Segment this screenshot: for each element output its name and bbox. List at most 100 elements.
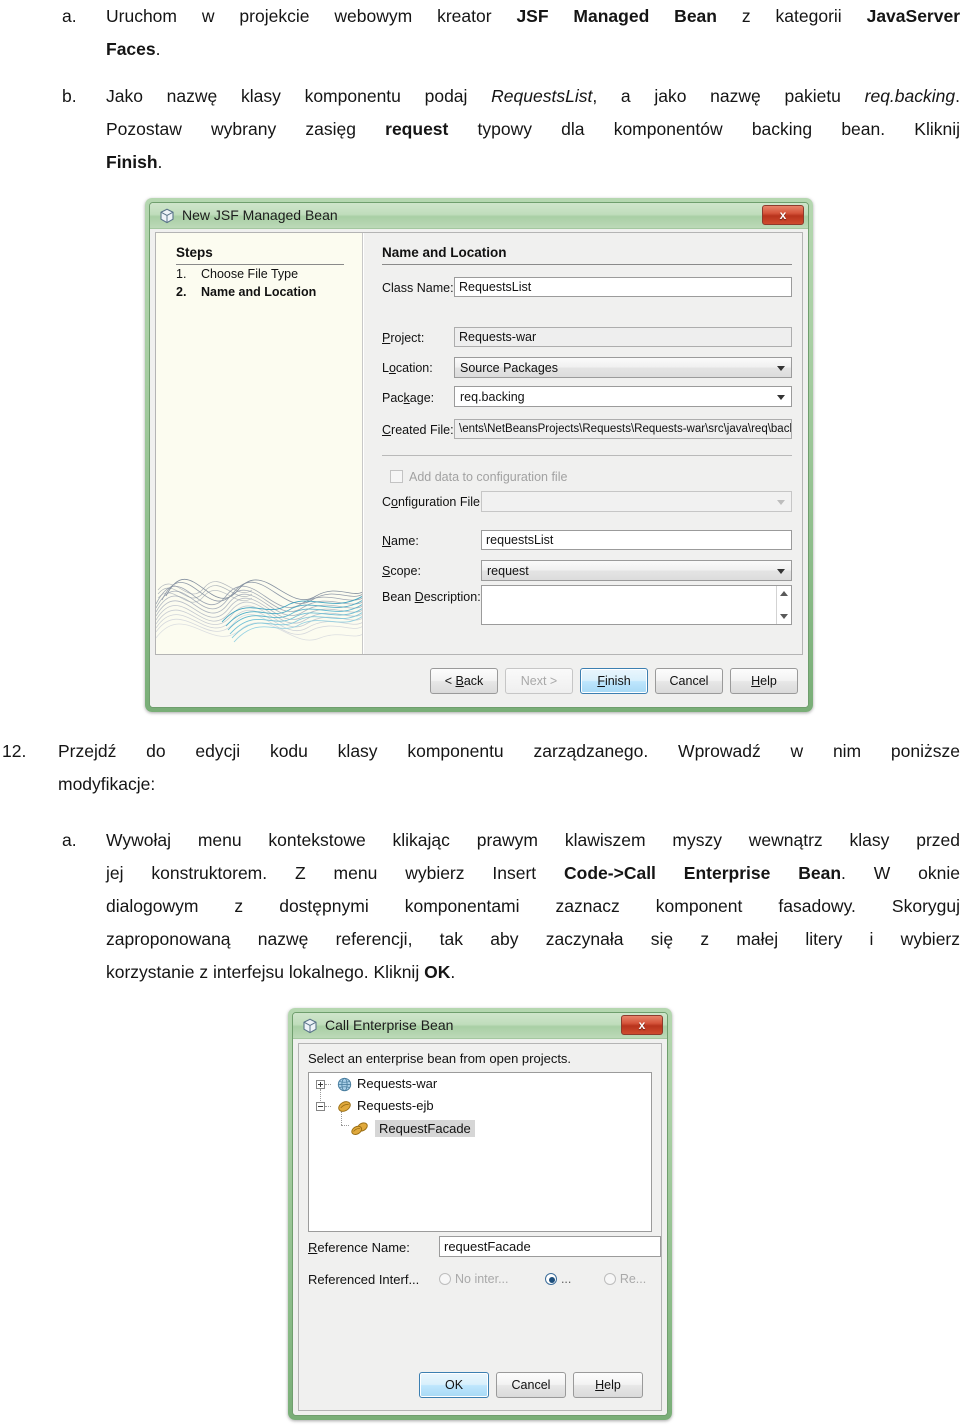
reference-name-value: requestFacade xyxy=(444,1239,531,1254)
item-a-text-1: Uruchom w projekcie webowym kreator xyxy=(106,6,517,26)
bean-tree[interactable]: Requests-war Requests-ejb RequestFacade xyxy=(308,1072,652,1232)
help-button[interactable]: Help xyxy=(573,1372,643,1398)
call-bean-button-row: OK Cancel Help xyxy=(299,1372,661,1400)
step-label: Name and Location xyxy=(201,285,317,299)
step-number: 2. xyxy=(176,285,187,299)
expand-icon[interactable] xyxy=(316,1080,325,1089)
tree-connector xyxy=(341,1125,349,1126)
item-a-line-2: Faces. xyxy=(106,33,960,66)
globe-icon xyxy=(337,1077,352,1095)
chevron-down-icon[interactable] xyxy=(777,366,785,371)
chevron-down-icon[interactable] xyxy=(780,614,788,619)
close-icon[interactable]: x xyxy=(762,205,804,225)
location-value: Source Packages xyxy=(460,361,558,375)
finish-button[interactable]: Finish xyxy=(580,668,648,694)
item-12a-line-5: korzystanie z interfejsu lokalnego. Klik… xyxy=(106,956,960,989)
configuration-file-label: Configuration File: xyxy=(382,495,484,509)
cancel-button[interactable]: Cancel xyxy=(655,668,723,694)
item-b-bold-2: Finish xyxy=(106,152,158,172)
wave-artwork-icon xyxy=(156,579,362,643)
paragraph-item-b: b. Jako nazwę klasy komponentu podaj Req… xyxy=(62,80,960,179)
item-b-italic-1: RequestsList xyxy=(491,86,593,106)
tree-node-label: Requests-war xyxy=(357,1076,438,1091)
wizard-button-row: < Back Next > Finish Cancel Help xyxy=(155,658,803,702)
chevron-down-icon[interactable] xyxy=(777,569,785,574)
item-a-bold-1: JSF Managed Bean xyxy=(516,6,717,26)
created-file-value: \ents\NetBeansProjects\Requests\Requests… xyxy=(459,423,792,435)
list-marker-12a: a. xyxy=(62,830,77,850)
created-file-label: Created File: xyxy=(382,423,454,437)
radio-local[interactable]: ... xyxy=(544,1270,576,1287)
titlebar[interactable]: New JSF Managed Bean x xyxy=(150,203,808,229)
project-label: Project: xyxy=(382,331,425,345)
package-combo[interactable]: req.backing xyxy=(454,386,792,407)
list-marker-b: b. xyxy=(62,86,77,106)
radio-icon-selected[interactable] xyxy=(544,1273,557,1285)
bean-name-value: requestsList xyxy=(486,533,554,547)
item-b-text-6: . xyxy=(157,152,163,172)
package-label: Package: xyxy=(382,391,435,405)
item-a-text-3: . xyxy=(155,39,161,59)
checkbox-icon[interactable] xyxy=(390,470,403,483)
item-b-text-4: Pozostaw wybrany zasięg xyxy=(106,119,386,139)
reference-name-input[interactable]: requestFacade xyxy=(439,1236,661,1257)
chevron-down-icon[interactable] xyxy=(777,395,785,400)
item-a-bold-3: Faces xyxy=(106,39,156,59)
cube-icon xyxy=(159,208,175,224)
panel-heading: Name and Location xyxy=(382,245,507,260)
close-icon[interactable]: x xyxy=(621,1015,663,1035)
item-b-line-3: Finish. xyxy=(106,146,960,179)
next-button: Next > xyxy=(505,668,573,694)
new-jsf-managed-bean-dialog[interactable]: New JSF Managed Bean x Steps 1. Choose F… xyxy=(145,198,813,712)
configuration-file-combo xyxy=(481,491,792,512)
titlebar[interactable]: Call Enterprise Bean x xyxy=(293,1013,667,1039)
class-name-input[interactable]: RequestsList xyxy=(454,277,792,297)
scope-label: Scope: xyxy=(382,564,421,578)
location-label: Location: xyxy=(382,361,433,375)
help-button[interactable]: Help xyxy=(730,668,798,694)
wizard-form-panel: Name and Location Class Name: RequestsLi… xyxy=(364,233,802,654)
textarea-scrollbar[interactable] xyxy=(776,586,791,624)
item-12a-text-2: . W oknie xyxy=(841,863,960,883)
dialog-client-area: Select an enterprise bean from open proj… xyxy=(293,1039,667,1415)
radio-icon[interactable] xyxy=(439,1273,451,1285)
collapse-icon[interactable] xyxy=(316,1102,325,1111)
back-button[interactable]: < Back xyxy=(430,668,498,694)
bean-description-textarea[interactable] xyxy=(481,585,792,625)
item-b-line-2: Pozostaw wybrany zasięg request typowy d… xyxy=(106,113,960,146)
created-file-field: \ents\NetBeansProjects\Requests\Requests… xyxy=(454,419,792,439)
location-combo[interactable]: Source Packages xyxy=(454,357,792,378)
item-12a-line-2: jej konstruktorem. Z menu wybierz Insert… xyxy=(106,857,960,890)
radio-icon[interactable] xyxy=(603,1273,616,1285)
radio-group-referenced-interface[interactable]: No inter... ... Re... xyxy=(439,1270,646,1288)
item-12a-line-4: zaproponowaną nazwę referencji, tak aby … xyxy=(106,929,960,949)
add-data-checkbox-row[interactable]: Add data to configuration file xyxy=(390,470,567,484)
cancel-button[interactable]: Cancel xyxy=(496,1372,566,1398)
package-value: req.backing xyxy=(460,390,525,404)
radio-remote[interactable]: Re... xyxy=(603,1270,646,1287)
prompt-label: Select an enterprise bean from open proj… xyxy=(308,1051,572,1066)
item-b-text-1: Jako nazwę klasy komponentu podaj xyxy=(106,86,492,106)
ok-button[interactable]: OK xyxy=(419,1372,489,1398)
tree-node-label-selected: RequestFacade xyxy=(375,1120,475,1137)
class-name-value: RequestsList xyxy=(459,280,532,294)
item-12a-line-1: Wywołaj menu kontekstowe klikając prawym… xyxy=(106,830,960,850)
chevron-up-icon[interactable] xyxy=(780,591,788,596)
bean-name-input[interactable]: requestsList xyxy=(481,530,792,550)
item-b-line-1: Jako nazwę klasy komponentu podaj Reques… xyxy=(106,80,960,113)
item-a-line-1: Uruchom w projekcie webowym kreator JSF … xyxy=(106,0,960,33)
radio-no-interface[interactable]: No inter... xyxy=(439,1270,513,1287)
scope-combo[interactable]: request xyxy=(481,560,792,581)
window-title: New JSF Managed Bean xyxy=(182,207,338,223)
item-12a-bold-1: Code->Call Enterprise Bean xyxy=(564,863,842,883)
item-12-line-1: Przejdź do edycji kodu klasy komponentu … xyxy=(58,741,960,761)
item-a-bold-2: JavaServer xyxy=(866,6,960,26)
item-a-text-2: z kategorii xyxy=(716,6,867,26)
dialog-frame: Call Enterprise Bean x Select an enterpr… xyxy=(292,1012,668,1416)
bean-description-label: Bean Description: xyxy=(382,590,481,604)
item-b-text-3: . xyxy=(955,86,960,106)
panel-heading-rule xyxy=(382,264,792,265)
dialog-client-area: Steps 1. Choose File Type 2. Name and Lo… xyxy=(150,229,808,707)
call-enterprise-bean-dialog[interactable]: Call Enterprise Bean x Select an enterpr… xyxy=(288,1008,672,1420)
item-12a-text-3: korzystanie z interfejsu lokalnego. Klik… xyxy=(106,962,425,982)
